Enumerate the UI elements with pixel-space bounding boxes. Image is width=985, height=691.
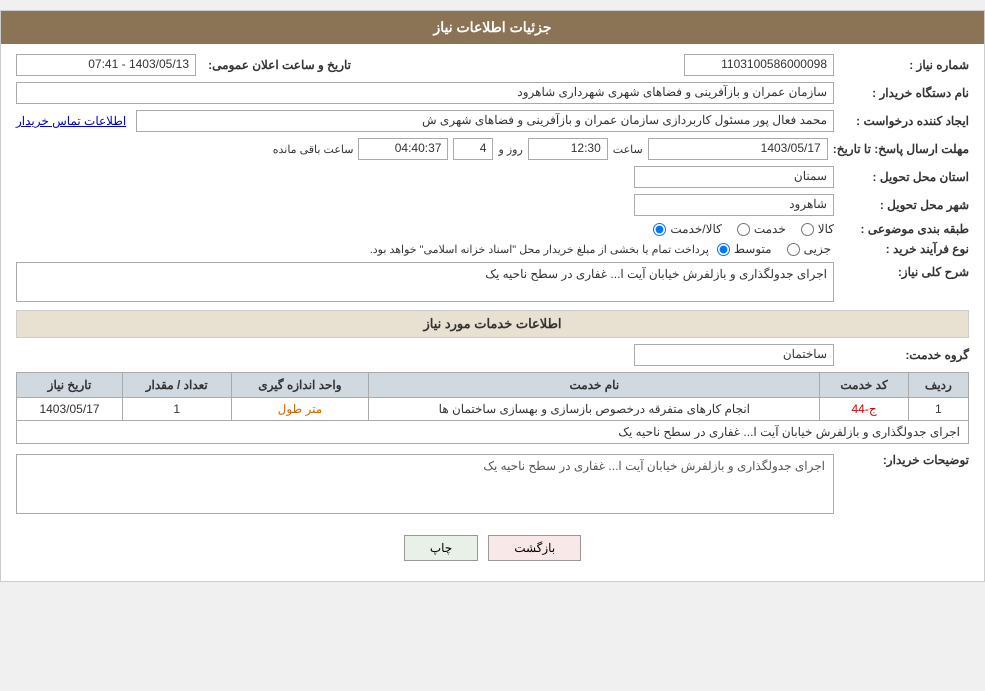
- ijad-label: ایجاد کننده درخواست :: [839, 114, 969, 128]
- radio-khedmat-input[interactable]: [737, 223, 750, 236]
- tarikh-value: 1403/05/13 - 07:41: [16, 54, 196, 76]
- tabaghebandi-options: کالا/خدمت خدمت کالا: [653, 222, 834, 236]
- back-button[interactable]: بازگشت: [488, 535, 581, 561]
- table-header-row: ردیف کد خدمت نام خدمت واحد اندازه گیری ت…: [17, 373, 969, 398]
- radio-jozi[interactable]: جزیی: [787, 242, 831, 256]
- col-name: نام خدمت: [369, 373, 820, 398]
- mohlat-row: مهلت ارسال پاسخ: تا تاریخ: 1403/05/17 سا…: [16, 138, 969, 160]
- shomareNiaz-row: شماره نیاز : 1103100586000098 تاریخ و سا…: [16, 54, 969, 76]
- table-desc-row: اجرای جدولگذاری و بازلفرش خیابان آیت ا..…: [17, 421, 969, 444]
- namDastgah-row: نام دستگاه خریدار : سازمان عمران و بازآف…: [16, 82, 969, 104]
- radio-kala-khedmat-label: کالا/خدمت: [670, 222, 721, 236]
- radio-kala-khedmat-input[interactable]: [653, 223, 666, 236]
- services-section-title: اطلاعات خدمات مورد نیاز: [16, 310, 969, 338]
- group-value: ساختمان: [634, 344, 834, 366]
- radio-kala-label: کالا: [818, 222, 834, 236]
- tozi-row: توضیحات خریدار: اجرای جدولگذاری و بازلفر…: [16, 450, 969, 514]
- table-row: 1 ج-44 انجام کارهای متفرقه درخصوص بازساز…: [17, 398, 969, 421]
- col-radif: ردیف: [908, 373, 968, 398]
- ostan-label: استان محل تحویل :: [839, 170, 969, 184]
- sharh-row: شرح کلی نیاز: اجرای جدولگذاری و بازلفرش …: [16, 262, 969, 302]
- tabaghebandi-label: طبقه بندی موضوعی :: [839, 222, 969, 236]
- ijad-row: ایجاد کننده درخواست : محمد فعال پور مسئو…: [16, 110, 969, 132]
- shahr-value: شاهرود: [634, 194, 834, 216]
- tarikh-label: تاریخ و ساعت اعلان عمومی:: [201, 58, 351, 72]
- bottom-buttons: بازگشت چاپ: [16, 520, 969, 571]
- mohlat-saat-label: ساعت: [613, 143, 643, 156]
- group-label: گروه خدمت:: [839, 348, 969, 362]
- mohlat-saat: 12:30: [528, 138, 608, 160]
- mohlat-remaining-label: ساعت باقی مانده: [273, 143, 354, 156]
- shahr-label: شهر محل تحویل :: [839, 198, 969, 212]
- tozi-value: اجرای جدولگذاری و بازلفرش خیابان آیت ا..…: [16, 454, 834, 514]
- radio-khedmat-label: خدمت: [754, 222, 786, 236]
- services-table: ردیف کد خدمت نام خدمت واحد اندازه گیری ت…: [16, 372, 969, 444]
- col-tarikh: تاریخ نیاز: [17, 373, 123, 398]
- ijad-value: محمد فعال پور مسئول کاربردازی سازمان عمر…: [136, 110, 834, 132]
- radio-jozi-label: جزیی: [804, 242, 831, 256]
- cell-desc: اجرای جدولگذاری و بازلفرش خیابان آیت ا..…: [17, 421, 969, 444]
- col-tedad: تعداد / مقدار: [122, 373, 231, 398]
- radio-khedmat[interactable]: خدمت: [737, 222, 786, 236]
- shomareNiaz-value: 1103100586000098: [684, 54, 834, 76]
- mohlat-label: مهلت ارسال پاسخ: تا تاریخ:: [833, 142, 969, 156]
- cell-radif: 1: [908, 398, 968, 421]
- shahr-row: شهر محل تحویل : شاهرود: [16, 194, 969, 216]
- noFarayand-label: نوع فرآیند خرید :: [839, 242, 969, 256]
- ostan-value: سمنان: [634, 166, 834, 188]
- namDastgah-label: نام دستگاه خریدار :: [839, 86, 969, 100]
- ijad-link[interactable]: اطلاعات تماس خریدار: [16, 114, 126, 128]
- noFarayand-row: نوع فرآیند خرید : متوسط جزیی پرداخت تمام…: [16, 242, 969, 256]
- namDastgah-value: سازمان عمران و بازآفرینی و فضاهای شهری ش…: [16, 82, 834, 104]
- cell-kod: ج-44: [820, 398, 908, 421]
- radio-motvaset-input[interactable]: [717, 243, 730, 256]
- ostan-row: استان محل تحویل : سمنان: [16, 166, 969, 188]
- noFarayand-note: پرداخت تمام یا بخشی از مبلغ خریدار محل "…: [16, 243, 709, 256]
- tabaghebandi-row: طبقه بندی موضوعی : کالا/خدمت خدمت کالا: [16, 222, 969, 236]
- shomareNiaz-label: شماره نیاز :: [839, 58, 969, 72]
- cell-name: انجام کارهای متفرقه درخصوص بازسازی و بهس…: [369, 398, 820, 421]
- tozi-label: توضیحات خریدار:: [839, 450, 969, 467]
- print-button[interactable]: چاپ: [404, 535, 478, 561]
- cell-vahed: متر طول: [231, 398, 369, 421]
- mohlat-date: 1403/05/17: [648, 138, 828, 160]
- radio-motvaset[interactable]: متوسط: [717, 242, 772, 256]
- col-vahed: واحد اندازه گیری: [231, 373, 369, 398]
- sharh-label: شرح کلی نیاز:: [839, 262, 969, 279]
- mohlat-rooz: 4: [453, 138, 493, 160]
- radio-kala-khedmat[interactable]: کالا/خدمت: [653, 222, 721, 236]
- col-kod: کد خدمت: [820, 373, 908, 398]
- radio-motvaset-label: متوسط: [734, 242, 772, 256]
- radio-jozi-input[interactable]: [787, 243, 800, 256]
- noFarayand-options: متوسط جزیی: [717, 242, 831, 256]
- mohlat-remaining: 04:40:37: [358, 138, 448, 160]
- group-row: گروه خدمت: ساختمان: [16, 344, 969, 366]
- sharh-value: اجرای جدولگذاری و بازلفرش خیابان آیت ا..…: [16, 262, 834, 302]
- page-header: جزئیات اطلاعات نیاز: [1, 11, 984, 44]
- mohlat-rooz-label: روز و: [498, 143, 522, 156]
- cell-tedad: 1: [122, 398, 231, 421]
- radio-kala-input[interactable]: [801, 223, 814, 236]
- cell-tarikh: 1403/05/17: [17, 398, 123, 421]
- radio-kala[interactable]: کالا: [801, 222, 834, 236]
- page-title: جزئیات اطلاعات نیاز: [433, 19, 551, 35]
